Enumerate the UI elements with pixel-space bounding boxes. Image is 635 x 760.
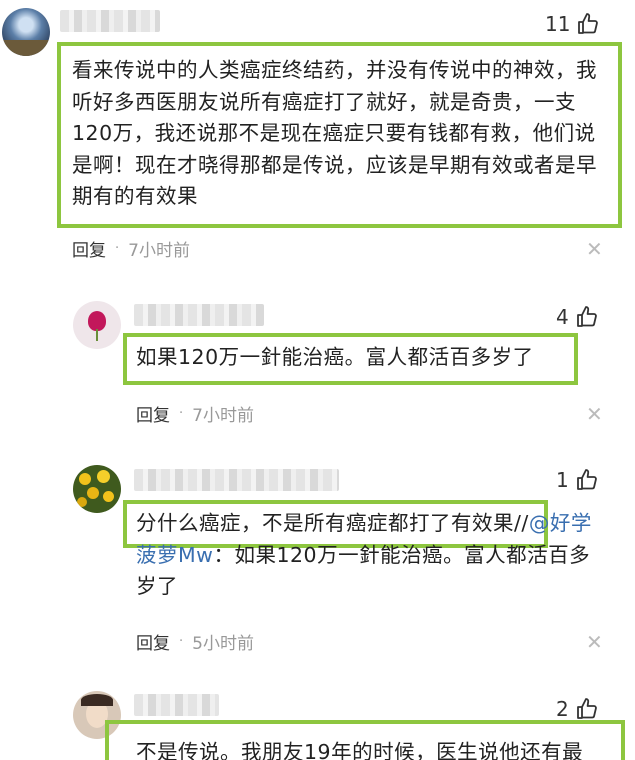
like-button[interactable]: 11	[545, 12, 600, 36]
separator-dot: ·	[179, 634, 184, 649]
comment-meta: 回复 · 5小时前	[136, 629, 254, 654]
username-blurred[interactable]	[134, 469, 339, 491]
username-blurred[interactable]	[60, 10, 160, 32]
close-icon[interactable]: ✕	[586, 404, 603, 424]
thumbs-up-icon	[578, 13, 599, 34]
timestamp: 7小时前	[128, 241, 190, 261]
separator-dot: ·	[115, 241, 120, 256]
avatar[interactable]	[73, 465, 121, 513]
like-count: 11	[545, 12, 571, 36]
like-button[interactable]: 1	[556, 468, 599, 492]
like-count: 2	[556, 697, 569, 721]
quote-prefix: //	[514, 511, 529, 535]
avatar[interactable]	[2, 8, 50, 56]
like-button[interactable]: 2	[556, 697, 599, 721]
timestamp: 5小时前	[192, 634, 254, 654]
close-icon[interactable]: ✕	[586, 239, 603, 259]
like-button[interactable]: 4	[556, 305, 599, 329]
thumbs-up-icon	[576, 469, 597, 490]
close-icon[interactable]: ✕	[586, 632, 603, 652]
thumbs-up-icon	[576, 306, 597, 327]
reply-button[interactable]: 回复	[72, 236, 106, 261]
avatar[interactable]	[73, 301, 121, 349]
separator-dot: ·	[179, 406, 184, 421]
reply-content: 分什么癌症，不是所有癌症都打了有效果	[136, 511, 514, 535]
reply-button[interactable]: 回复	[136, 401, 170, 426]
comment-text: 如果120万一針能治癌。富人都活百多岁了	[136, 345, 534, 369]
comment-text: 不是传说。我朋友19年的时候，医生说他还有最	[136, 740, 584, 760]
comment-text: 看来传说中的人类癌症终结药，并没有传说中的神效，我听好多西医朋友说所有癌症打了就…	[72, 58, 597, 208]
comment-meta: 回复 · 7小时前	[136, 401, 254, 426]
like-count: 1	[556, 468, 569, 492]
reply-button[interactable]: 回复	[136, 629, 170, 654]
thumbs-up-icon	[576, 698, 597, 719]
username-blurred[interactable]	[134, 304, 264, 326]
like-count: 4	[556, 305, 569, 329]
comment-meta: 回复 · 7小时前	[72, 236, 190, 261]
timestamp: 7小时前	[192, 406, 254, 426]
comment-text: 分什么癌症，不是所有癌症都打了有效果//@好学菠萝Mw：如果120万一針能治癌。…	[136, 508, 606, 603]
username-blurred[interactable]	[134, 694, 219, 716]
